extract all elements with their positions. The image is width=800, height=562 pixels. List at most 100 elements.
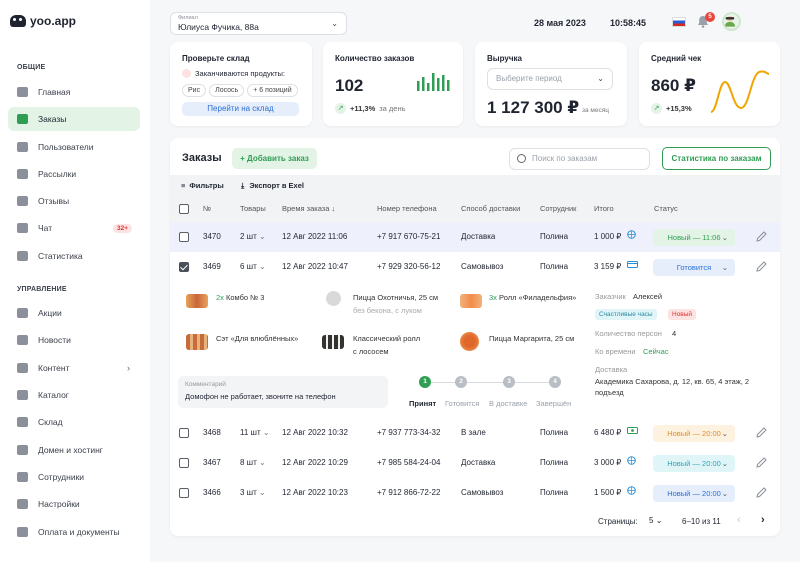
order-number: 3468 xyxy=(203,428,221,437)
orders-mini-chart xyxy=(417,73,450,91)
product-qty: 2x xyxy=(216,293,224,302)
chip[interactable]: Лосось xyxy=(209,84,245,97)
orders-stats-button[interactable]: Статистика по заказам xyxy=(662,147,771,170)
order-number: 3469 xyxy=(203,262,221,271)
sidebar-item-12[interactable]: Домен и хостинг xyxy=(8,438,140,462)
order-delivery: В зале xyxy=(461,428,486,437)
mini-bar xyxy=(417,81,420,91)
stock-warning: Заканчиваются продукты: xyxy=(182,69,285,78)
edit-icon[interactable] xyxy=(756,457,767,468)
table-row[interactable]: 3470 2 шт ⌄ 12 Авг 2022 11:06 +7 917 670-75… xyxy=(170,222,780,252)
sidebar-item-0[interactable]: Главная xyxy=(8,80,140,104)
product-image xyxy=(326,291,341,306)
row-checkbox[interactable] xyxy=(179,428,189,438)
col-time[interactable]: Время заказа ↓ xyxy=(282,204,335,213)
sidebar-item-11[interactable]: Склад xyxy=(8,410,140,434)
sidebar-item-1[interactable]: Заказы xyxy=(8,107,140,131)
row-checkbox[interactable] xyxy=(179,488,189,498)
sidebar-item-10[interactable]: Каталог xyxy=(8,383,140,407)
avg-check-card: Средний чек 860 ₽ ↗ +15,3% xyxy=(639,42,780,126)
edit-icon[interactable] xyxy=(756,261,767,272)
order-items[interactable]: 3 шт ⌄ xyxy=(240,488,266,497)
order-employee: Полина xyxy=(540,232,569,241)
sidebar-item-5[interactable]: Чат 32+ xyxy=(8,216,140,240)
sidebar-item-3[interactable]: Рассылки xyxy=(8,162,140,186)
status-select[interactable]: Новый — 11:06 ⌄ xyxy=(653,229,735,246)
search-input[interactable]: Поиск по заказам xyxy=(509,148,650,170)
order-delivery: Самовывоз xyxy=(461,262,504,271)
order-number: 3467 xyxy=(203,458,221,467)
when-label: Ко времени xyxy=(595,347,636,356)
sidebar-item-label: Акции xyxy=(38,308,62,318)
status-select[interactable]: Готовится ⌄ xyxy=(653,259,735,276)
items-count: 11 шт xyxy=(240,428,261,437)
sidebar-item-15[interactable]: Оплата и документы xyxy=(8,520,140,544)
sidebar-item-label: Главная xyxy=(38,87,71,97)
edit-icon[interactable] xyxy=(756,427,767,438)
order-items[interactable]: 8 шт ⌄ xyxy=(240,458,266,467)
order-items[interactable]: 2 шт ⌄ xyxy=(240,232,266,241)
order-number: 3466 xyxy=(203,488,221,497)
table-row[interactable]: 3469 6 шт ⌄ 12 Авг 2022 10:47 +7 929 320-56… xyxy=(170,252,780,282)
per-page-select[interactable]: 5 ⌄ xyxy=(649,516,662,525)
row-checkbox[interactable] xyxy=(179,232,189,242)
period-select[interactable]: Выберите период ⌄ xyxy=(487,68,613,90)
comment-text: Домофон не работает, звоните на телефон xyxy=(185,392,336,401)
search-icon xyxy=(517,154,526,163)
table-row[interactable]: 3468 11 шт ⌄ 12 Авг 2022 10:32 +7 937 773-3… xyxy=(170,418,780,448)
filters-button[interactable]: ≡ Фильтры xyxy=(181,181,224,190)
user-icon xyxy=(17,445,28,455)
step-1: 1 xyxy=(419,376,431,388)
logo[interactable]: yoo.app xyxy=(10,14,76,28)
globe-icon xyxy=(627,230,636,239)
chip[interactable]: + 6 позиций xyxy=(247,84,298,97)
sidebar-item-6[interactable]: Статистика xyxy=(8,244,140,268)
sidebar-item-7[interactable]: Акции xyxy=(8,301,140,325)
row-checkbox[interactable] xyxy=(179,262,189,272)
status-select[interactable]: Новый — 20:00 ⌄ xyxy=(653,485,735,502)
persons-value: 4 xyxy=(672,329,677,338)
items-count: 3 шт xyxy=(240,488,257,497)
select-all-checkbox[interactable] xyxy=(179,204,189,214)
next-page-icon[interactable]: › xyxy=(761,514,765,526)
col-total: Итого xyxy=(594,204,614,213)
delivery-label: Доставка xyxy=(595,365,628,374)
mini-bar xyxy=(442,75,445,91)
sidebar-item-2[interactable]: Пользователи xyxy=(8,135,140,159)
mini-bar xyxy=(427,83,430,91)
edit-icon[interactable] xyxy=(756,231,767,242)
order-phone: +7 912 866-72-22 xyxy=(377,488,441,497)
order-items[interactable]: 11 шт ⌄ xyxy=(240,428,270,437)
status-select[interactable]: Новый — 20:00 ⌄ xyxy=(653,455,735,472)
export-button[interactable]: ⤓ Экспорт в Exel xyxy=(241,181,304,191)
sidebar: yoo.app ОБЩИЕ УПРАВЛЕНИЕ Главная Заказы По… xyxy=(0,0,150,562)
status-select[interactable]: Новый — 20:00 ⌄ xyxy=(653,425,735,442)
prev-page-icon[interactable]: ‹ xyxy=(737,514,741,526)
sidebar-item-14[interactable]: Настройки xyxy=(8,492,140,516)
order-delivery: Доставка xyxy=(461,458,496,467)
table-row[interactable]: 3466 3 шт ⌄ 12 Авг 2022 10:23 +7 912 866-72… xyxy=(170,478,780,508)
step-4: 4 xyxy=(549,376,561,388)
order-items[interactable]: 6 шт ⌄ xyxy=(240,262,266,271)
current-date: 28 мая 2023 xyxy=(534,18,586,28)
branch-select[interactable]: Филиал Юлиуса Фучика, 88а ⌄ xyxy=(170,12,347,35)
language-flag-icon[interactable] xyxy=(672,17,686,27)
order-time: 12 Авг 2022 10:47 xyxy=(282,262,348,271)
sidebar-item-4[interactable]: Отзывы xyxy=(8,189,140,213)
sidebar-item-9[interactable]: Контент › xyxy=(8,356,140,380)
sidebar-item-8[interactable]: Новости xyxy=(8,328,140,352)
edit-icon[interactable] xyxy=(756,487,767,498)
status-label: Новый — 11:06 xyxy=(667,233,721,242)
go-to-stock-button[interactable]: Перейти на склад xyxy=(182,102,299,116)
avatar[interactable] xyxy=(722,12,741,31)
chip[interactable]: Рис xyxy=(182,84,207,97)
chart-icon xyxy=(17,251,28,261)
add-order-button[interactable]: + Добавить заказ xyxy=(232,148,317,169)
sidebar-item-13[interactable]: Сотрудники xyxy=(8,465,140,489)
row-checkbox[interactable] xyxy=(179,458,189,468)
table-row[interactable]: 3467 8 шт ⌄ 12 Авг 2022 10:29 +7 985 584-24… xyxy=(170,448,780,478)
chevron-down-icon: ⌄ xyxy=(259,262,266,271)
section-general: ОБЩИЕ xyxy=(17,64,46,71)
top-bar: Филиал Юлиуса Фучика, 88а ⌄ 28 мая 2023 … xyxy=(150,0,800,44)
avg-check-title: Средний чек xyxy=(651,54,702,63)
